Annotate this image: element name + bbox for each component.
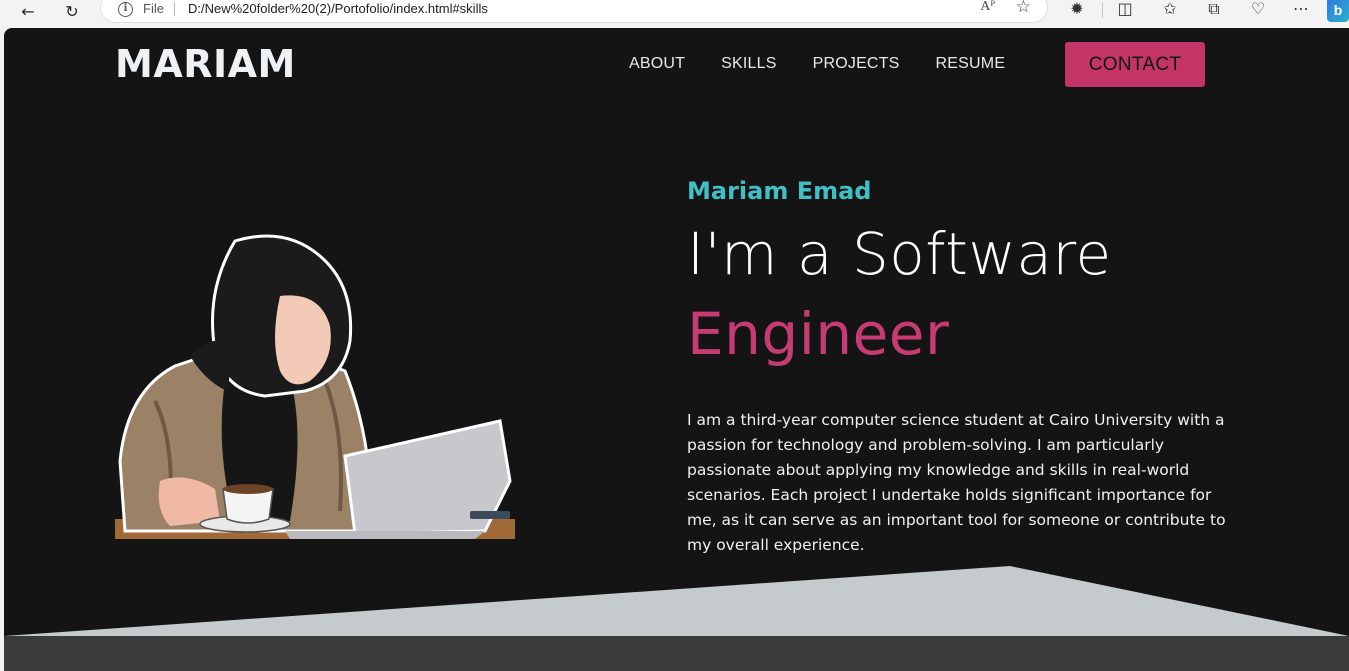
hero-name: Mariam Emad	[687, 177, 872, 205]
file-label: File	[143, 1, 164, 16]
nav-about[interactable]: ABOUT	[629, 55, 685, 73]
nav-skills[interactable]: SKILLS	[721, 55, 776, 73]
back-arrow-icon[interactable]: ←	[16, 0, 40, 22]
hero-description: I am a third-year computer science stude…	[687, 411, 1226, 554]
nav-resume[interactable]: RESUME	[936, 55, 1006, 73]
address-separator	[174, 2, 175, 16]
illustration-cup	[222, 488, 274, 524]
bing-icon[interactable]: b	[1327, 0, 1349, 22]
main-nav: ABOUT SKILLS PROJECTS RESUME	[629, 55, 1041, 73]
site-logo[interactable]: MARIAM	[115, 42, 296, 86]
info-icon[interactable]: i	[118, 2, 133, 17]
refresh-icon[interactable]: ↻	[60, 0, 84, 22]
section-divider-slope	[4, 566, 1349, 636]
star-icon[interactable]: ☆	[1016, 0, 1031, 17]
nav-projects[interactable]: PROJECTS	[813, 55, 900, 73]
contact-button[interactable]: CONTACT	[1065, 42, 1205, 87]
address-bar[interactable]: i File D:/New%20folder%20(2)/Portofolio/…	[100, 0, 1048, 23]
read-aloud-icon[interactable]: Aᴾ	[980, 0, 995, 15]
hero-illustration	[115, 234, 515, 539]
heart-icon[interactable]: ♡	[1246, 0, 1270, 20]
page-viewport: MARIAM ABOUT SKILLS PROJECTS RESUME CONT…	[4, 28, 1349, 671]
collections-icon[interactable]: ⧉	[1202, 0, 1226, 20]
puzzle-icon[interactable]: ✹	[1065, 0, 1089, 20]
toolbar-separator	[1102, 2, 1103, 18]
hero-title-line2: Engineer	[687, 300, 950, 368]
url-text[interactable]: D:/New%20folder%20(2)/Portofolio/index.h…	[188, 1, 488, 16]
more-icon[interactable]: ⋯	[1289, 0, 1313, 20]
browser-toolbar: ← ↻ i File D:/New%20folder%20(2)/Portofo…	[0, 0, 1349, 27]
split-screen-icon[interactable]: ◫	[1113, 0, 1137, 20]
hero-title-line1: I'm a Software	[687, 220, 1112, 288]
next-section-band	[4, 636, 1349, 671]
favorites-icon[interactable]: ✩	[1158, 0, 1182, 20]
